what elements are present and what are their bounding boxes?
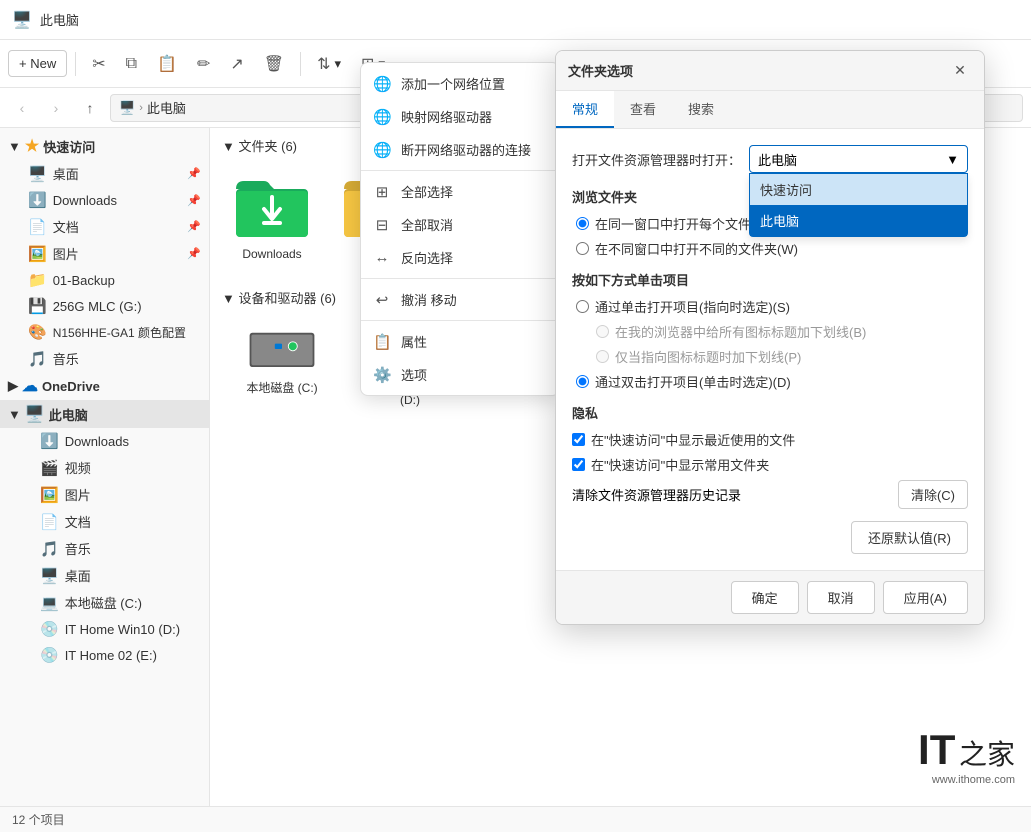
dialog-title-bar: 文件夹选项 ✕ xyxy=(556,51,984,91)
click-options: 通过单击打开项目(指向时选定)(S) 在我的浏览器中给所有图标标题加下划线(B)… xyxy=(572,297,968,391)
open-dropdown-list: 快速访问 此电脑 xyxy=(749,173,968,237)
radio-single-click-input[interactable] xyxy=(576,300,589,313)
radio-different-window-input[interactable] xyxy=(576,242,589,255)
cancel-button[interactable]: 取消 xyxy=(807,581,875,614)
radio-double-click-label: 通过双击打开项目(单击时选定)(D) xyxy=(595,372,791,391)
dropdown-item-quick[interactable]: 快速访问 xyxy=(750,174,967,205)
radio-browser-underline-label: 在我的浏览器中给所有图标标题加下划线(B) xyxy=(615,322,866,341)
dialog-close-button[interactable]: ✕ xyxy=(948,59,972,83)
open-select-field[interactable]: 此电脑 ▼ xyxy=(749,145,968,173)
dropdown-item-this-pc[interactable]: 此电脑 xyxy=(750,205,967,236)
radio-hover-underline-input xyxy=(596,350,609,363)
folder-options-dialog: 文件夹选项 ✕ 常规 查看 搜索 打开文件资源管理器时打开： 此电脑 ▼ xyxy=(555,50,985,625)
radio-single-click: 通过单击打开项目(指向时选定)(S) xyxy=(576,297,964,316)
dialog-content: 打开文件资源管理器时打开： 此电脑 ▼ 快速访问 此电脑 浏览文件夹 xyxy=(556,129,984,570)
radio-double-click: 通过双击打开项目(单击时选定)(D) xyxy=(576,372,964,391)
privacy-section: 隐私 在"快速访问"中显示最近使用的文件 在"快速访问"中显示常用文件夹 清除文… xyxy=(572,403,968,509)
clear-history-button[interactable]: 清除(C) xyxy=(898,480,968,509)
ok-button[interactable]: 确定 xyxy=(731,581,799,614)
radio-double-click-input[interactable] xyxy=(576,375,589,388)
tab-general[interactable]: 常规 xyxy=(556,91,614,128)
radio-browser-underline: 在我的浏览器中给所有图标标题加下划线(B) xyxy=(576,322,964,341)
dialog-title: 文件夹选项 xyxy=(568,61,633,80)
tab-search[interactable]: 搜索 xyxy=(672,91,730,128)
privacy-clear-row: 清除文件资源管理器历史记录 清除(C) xyxy=(572,480,968,509)
tab-view[interactable]: 查看 xyxy=(614,91,672,128)
dialog-footer: 确定 取消 应用(A) xyxy=(556,570,984,624)
privacy-common-folders-label: 在"快速访问"中显示常用文件夹 xyxy=(591,455,769,474)
radio-single-click-label: 通过单击打开项目(指向时选定)(S) xyxy=(595,297,790,316)
dialog-tabs: 常规 查看 搜索 xyxy=(556,91,984,129)
privacy-title: 隐私 xyxy=(572,403,968,422)
open-file-manager-row: 打开文件资源管理器时打开： 此电脑 ▼ 快速访问 此电脑 xyxy=(572,145,968,173)
restore-btn-row: 还原默认值(R) xyxy=(572,521,968,554)
radio-different-window: 在不同窗口中打开不同的文件夹(W) xyxy=(576,239,964,258)
privacy-recent-files: 在"快速访问"中显示最近使用的文件 xyxy=(572,430,968,449)
click-section-title: 按如下方式单击项目 xyxy=(572,270,968,289)
privacy-common-folders-checkbox[interactable] xyxy=(572,458,585,471)
privacy-recent-files-label: 在"快速访问"中显示最近使用的文件 xyxy=(591,430,795,449)
open-select-wrapper: 此电脑 ▼ 快速访问 此电脑 xyxy=(749,145,968,173)
dialog-overlay: 文件夹选项 ✕ 常规 查看 搜索 打开文件资源管理器时打开： 此电脑 ▼ xyxy=(0,0,1031,832)
privacy-recent-files-checkbox[interactable] xyxy=(572,433,585,446)
open-select-arrow: ▼ xyxy=(946,152,959,167)
radio-hover-underline-label: 仅当指向图标标题时加下划线(P) xyxy=(615,347,801,366)
radio-browser-underline-input xyxy=(596,325,609,338)
radio-different-window-label: 在不同窗口中打开不同的文件夹(W) xyxy=(595,239,798,258)
open-label: 打开文件资源管理器时打开： xyxy=(572,150,741,169)
privacy-common-folders: 在"快速访问"中显示常用文件夹 xyxy=(572,455,968,474)
open-select-value: 此电脑 xyxy=(758,150,797,169)
restore-defaults-button[interactable]: 还原默认值(R) xyxy=(851,521,968,554)
clear-history-label: 清除文件资源管理器历史记录 xyxy=(572,485,741,504)
radio-hover-underline: 仅当指向图标标题时加下划线(P) xyxy=(576,347,964,366)
apply-button[interactable]: 应用(A) xyxy=(883,581,968,614)
radio-same-window-input[interactable] xyxy=(576,217,589,230)
